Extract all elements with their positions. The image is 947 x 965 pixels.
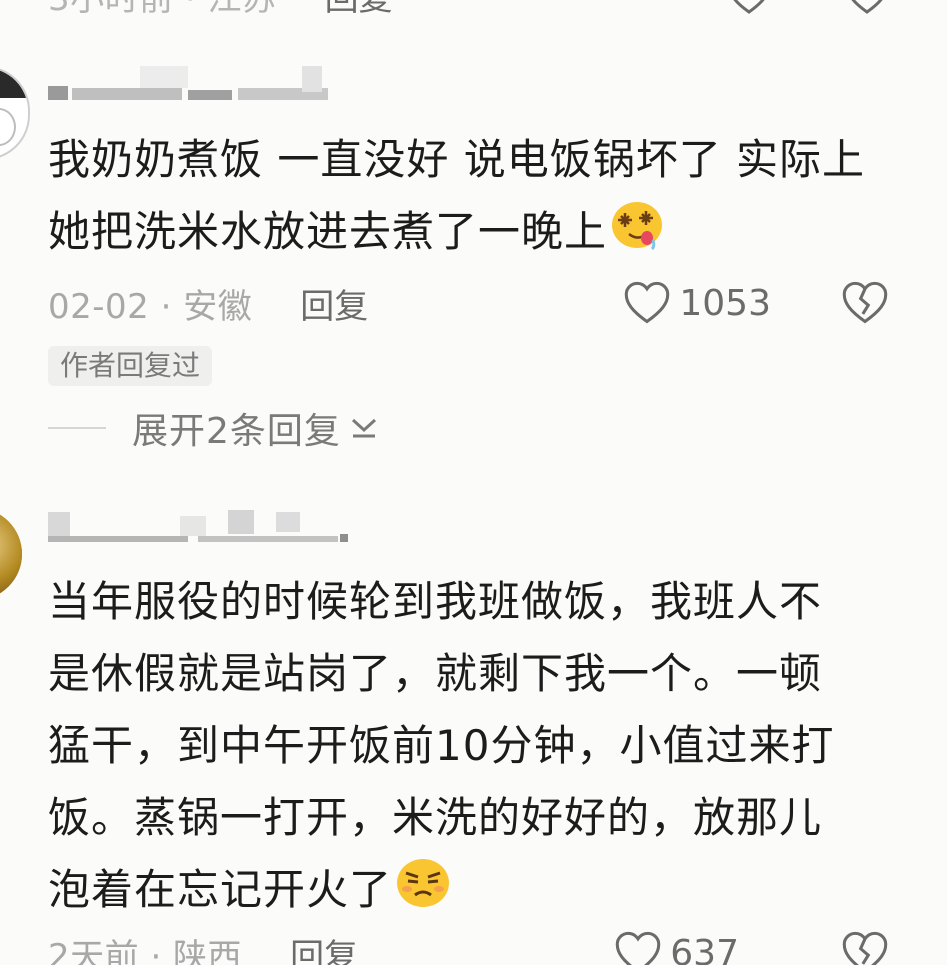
like-button[interactable]: 637 — [614, 931, 739, 965]
comment-line: 饭。蒸锅一打开，米洗的好好的，放那儿 — [48, 793, 823, 842]
reply-button[interactable]: 回复 — [300, 279, 368, 328]
dislike-button[interactable] — [841, 281, 889, 325]
comment-line: 是休假就是站岗了，就剩下我一个。一顿 — [48, 649, 823, 698]
dislike-button[interactable] — [841, 931, 889, 965]
comment-meta: 2天前 · 陕西 回复 637 — [48, 928, 889, 965]
previous-comment-meta-text: 3小时前 · 江苏 — [48, 0, 277, 20]
previous-dislike-button[interactable] — [845, 0, 889, 15]
drooling-face-icon — [609, 198, 665, 272]
heart-icon — [616, 931, 661, 965]
previous-comment-meta: 3小时前 · 江苏 回复 — [48, 0, 889, 20]
broken-heart-icon — [842, 281, 888, 324]
author-replied-badge: 作者回复过 — [48, 346, 213, 386]
reply-button[interactable]: 回复 — [290, 929, 358, 965]
avatar[interactable] — [0, 508, 22, 600]
broken-heart-icon — [842, 931, 888, 965]
previous-like-button[interactable] — [727, 0, 771, 15]
comment-line: 她把洗米水放进去煮了一晚上 — [48, 196, 908, 272]
avatar[interactable] — [0, 66, 30, 160]
comment-text: 当年服役的时候轮到我班做饭，我班人不 是休假就是站岗了，就剩下我一个。一顿 猛干… — [48, 566, 908, 931]
expand-replies-label[interactable]: 展开2条回复 — [132, 402, 341, 454]
annoyed-face-icon — [394, 855, 452, 931]
previous-reply-button[interactable]: 回复 — [325, 0, 393, 20]
comment-line: 当年服役的时候轮到我班做饭，我班人不 — [48, 577, 823, 626]
username-blurred[interactable] — [48, 66, 348, 100]
comment-feed: 3小时前 · 江苏 回复 我奶奶煮饭 一直没好 说电饭锅坏了 实际上 她把洗米水… — [0, 0, 947, 965]
like-button[interactable]: 1053 — [623, 281, 771, 325]
timestamp-location: 02-02 · 安徽 — [48, 286, 253, 327]
username-blurred[interactable] — [48, 508, 348, 542]
like-count: 637 — [670, 932, 739, 965]
heart-icon — [733, 0, 765, 14]
comment-text: 我奶奶煮饭 一直没好 说电饭锅坏了 实际上 她把洗米水放进去煮了一晚上 — [48, 124, 908, 272]
comment-line: 泡着在忘记开火了 — [48, 854, 908, 931]
comment-line: 我奶奶煮饭 一直没好 说电饭锅坏了 实际上 — [48, 135, 866, 184]
broken-heart-icon — [851, 0, 883, 14]
heart-icon — [625, 281, 670, 324]
expand-replies[interactable]: 展开2条回复 — [48, 404, 379, 452]
like-count: 1053 — [679, 282, 771, 324]
divider-line — [48, 427, 106, 429]
comment-line: 猛干，到中午开饭前10分钟，小值过来打 — [48, 721, 835, 770]
comment-meta: 02-02 · 安徽 回复 1053 — [48, 278, 889, 328]
chevron-down-icon — [349, 411, 379, 445]
timestamp-location: 2天前 · 陕西 — [48, 936, 243, 965]
